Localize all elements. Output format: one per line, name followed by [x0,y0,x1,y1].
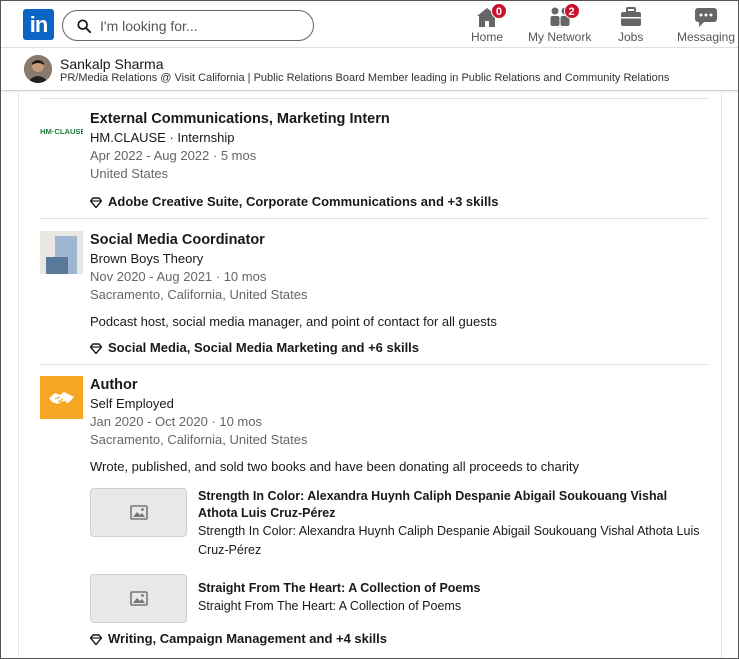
media-thumbnail[interactable] [90,574,187,623]
location: Sacramento, California, United States [90,287,308,302]
skills-text: Social Media, Social Media Marketing and… [108,340,420,355]
company-logo-brown-boys-theory[interactable] [40,231,83,274]
media-title[interactable]: Straight From The Heart: A Collection of… [198,580,708,597]
date-range: Jan 2020 - Oct 2020 · 10 mos [90,414,262,429]
linkedin-logo[interactable]: in [23,9,54,40]
divider [40,364,709,365]
experience-card: HM·CLAUSE External Communications, Marke… [18,92,722,658]
top-nav: in 0 Home [1,1,738,48]
image-placeholder-icon [129,505,148,520]
nav-messaging-label: Messaging [677,30,736,44]
skills-link[interactable]: Writing, Campaign Management and +4 skil… [90,630,710,648]
job-description: Podcast host, social media manager, and … [90,314,497,329]
nav-my-network-label: My Network [528,30,592,44]
network-badge: 2 [563,3,580,19]
skills-link[interactable]: Social Media, Social Media Marketing and… [90,339,710,357]
diamond-icon [90,196,102,208]
divider [40,218,709,219]
nav-jobs-label: Jobs [618,30,644,44]
search-box[interactable] [62,10,314,41]
media-description: Straight From The Heart: A Collection of… [198,599,462,613]
media-item[interactable]: Straight From The Heart: A Collection of… [90,574,710,623]
profile-name: Sankalp Sharma [60,56,164,72]
app-window: in 0 Home [0,0,739,659]
image-placeholder-icon [129,591,148,606]
job-title[interactable]: Author [90,376,710,395]
skills-text: Adobe Creative Suite, Corporate Communic… [108,194,499,209]
chat-icon [695,8,718,27]
avatar[interactable] [24,55,52,83]
home-badge: 0 [490,3,507,19]
company-logo-hm-clause[interactable]: HM·CLAUSE [40,110,86,153]
search-input[interactable] [100,17,290,34]
nav-home-label: Home [471,30,504,44]
skills-text: Writing, Campaign Management and +4 skil… [108,631,387,646]
job-title[interactable]: External Communications, Marketing Inter… [90,110,710,129]
date-range: Apr 2022 - Aug 2022 · 5 mos [90,148,257,163]
diamond-icon [90,342,102,354]
experience-item-author: Author Self Employed Jan 2020 - Oct 2020… [40,376,709,656]
media-thumbnail[interactable] [90,488,187,537]
media-description: Strength In Color: Alexandra Huynh Calip… [198,524,700,557]
media-item[interactable]: Strength In Color: Alexandra Huynh Calip… [90,488,710,560]
job-description: Wrote, published, and sold two books and… [90,459,580,474]
job-title[interactable]: Social Media Coordinator [90,231,710,250]
briefcase-icon [620,7,641,26]
nav-my-network[interactable]: 2 My Network [528,3,592,46]
company-name: Brown Boys Theory [90,251,204,266]
svg-text:HM·CLAUSE: HM·CLAUSE [40,127,83,136]
experience-item-hm-clause: HM·CLAUSE External Communications, Marke… [40,110,709,215]
profile-bar: Sankalp Sharma PR/Media Relations @ Visi… [1,49,738,91]
nav-home[interactable]: 0 Home [471,3,507,46]
profile-headline: PR/Media Relations @ Visit California | … [60,72,670,84]
media-title[interactable]: Strength In Color: Alexandra Huynh Calip… [198,488,708,522]
nav-jobs[interactable]: Jobs [618,6,643,46]
search-icon [77,18,91,33]
company-logo-self-employed[interactable] [40,376,83,419]
company-name: HM.CLAUSE · Internship [90,130,235,145]
divider [40,98,709,99]
nav-messaging[interactable]: Messaging [677,6,735,46]
date-range: Nov 2020 - Aug 2021 · 10 mos [90,269,267,284]
diamond-icon [90,633,102,645]
location: Sacramento, California, United States [90,432,308,447]
experience-item-brown-boys-theory: Social Media Coordinator Brown Boys Theo… [40,231,709,361]
skills-link[interactable]: Adobe Creative Suite, Corporate Communic… [90,193,710,211]
company-name: Self Employed [90,396,174,411]
location: United States [90,166,169,181]
avatar-photo [24,55,52,83]
